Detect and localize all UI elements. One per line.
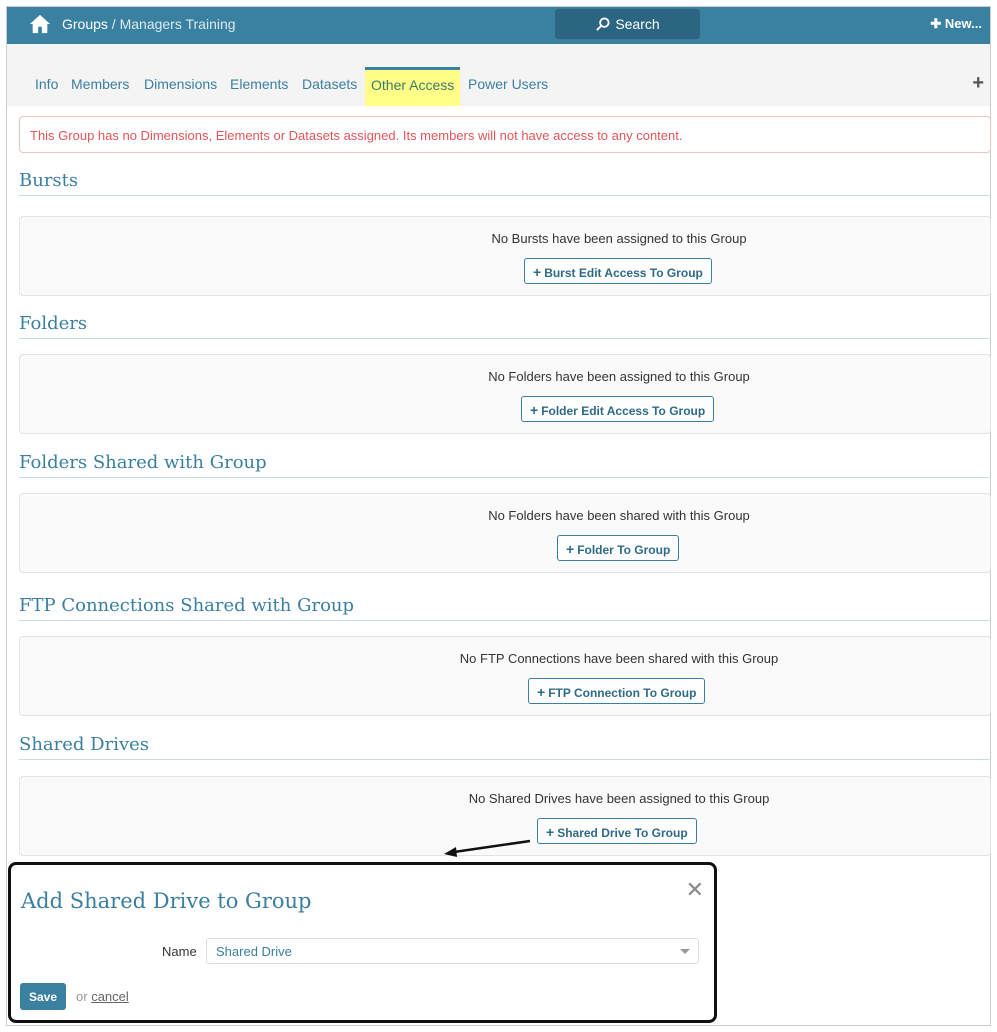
annotation-arrow-icon [444,839,531,857]
search-icon [596,16,610,31]
section-title-ftp: FTP Connections Shared with Group [19,595,989,621]
new-button[interactable]: ✚ New... [930,16,982,32]
button-label: Burst Edit Access To Group [544,266,703,280]
save-button[interactable]: Save [20,983,66,1010]
tab-other-access[interactable]: Other Access [365,67,461,106]
warning-alert: This Group has no Dimensions, Elements o… [19,116,991,153]
chevron-down-icon [680,949,690,954]
empty-message: No Folders have been shared with this Gr… [488,508,750,523]
add-icon[interactable]: + [972,72,984,95]
add-ftp-button[interactable]: + FTP Connection To Group [528,678,706,704]
tab-elements[interactable]: Elements [230,76,288,92]
name-select[interactable]: Shared Drive [206,938,699,964]
tab-members[interactable]: Members [71,76,129,92]
button-label: FTP Connection To Group [548,686,697,700]
tab-bar: Info Members Dimensions Elements Dataset… [7,44,990,106]
breadcrumb-groups[interactable]: Groups [62,16,108,32]
home-icon[interactable] [29,13,51,35]
add-folder-button[interactable]: + Folder Edit Access To Group [521,396,715,422]
section-title-bursts: Bursts [19,170,989,196]
empty-message: No Shared Drives have been assigned to t… [468,791,770,806]
empty-message: No Bursts have been assigned to this Gro… [491,231,747,246]
add-shared-drive-dialog: Add Shared Drive to Group ✕ Name Shared … [8,862,717,1023]
tab-dimensions[interactable]: Dimensions [144,76,217,92]
plus-icon: + [533,264,542,280]
button-label: Folder Edit Access To Group [541,404,706,418]
plus-icon: + [566,541,575,557]
empty-message: No FTP Connections have been shared with… [459,651,779,666]
plus-icon: + [530,402,539,418]
add-shared-folder-button[interactable]: + Folder To Group [557,535,680,561]
plus-icon: + [537,684,546,700]
section-title-folders-shared: Folders Shared with Group [19,452,989,478]
or-label: or [76,989,88,1004]
tab-datasets[interactable]: Datasets [302,76,357,92]
breadcrumb: Groups / Managers Training [62,16,236,32]
top-nav-bar: Groups / Managers Training Search ✚ New.… [7,7,990,44]
plus-icon: ✚ [930,16,945,31]
empty-message: No Folders have been assigned to this Gr… [488,369,750,384]
dialog-title: Add Shared Drive to Group [21,889,312,913]
selected-value: Shared Drive [216,944,292,959]
close-icon[interactable]: ✕ [686,877,704,903]
tab-info[interactable]: Info [35,76,58,92]
add-shared-drive-button[interactable]: + Shared Drive To Group [537,818,697,844]
button-label: Folder To Group [577,543,671,557]
section-ftp: No FTP Connections have been shared with… [19,636,991,716]
search-label: Search [615,16,660,32]
section-folders-shared: No Folders have been shared with this Gr… [19,493,991,573]
add-burst-button[interactable]: + Burst Edit Access To Group [524,258,712,284]
tab-power-users[interactable]: Power Users [468,76,548,92]
cancel-link[interactable]: cancel [91,989,129,1004]
section-title-folders: Folders [19,313,989,339]
section-bursts: No Bursts have been assigned to this Gro… [19,216,991,296]
button-label: Shared Drive To Group [557,826,688,840]
breadcrumb-current: Managers Training [119,16,236,32]
section-folders: No Folders have been assigned to this Gr… [19,354,991,434]
plus-icon: + [546,824,555,840]
search-button[interactable]: Search [555,9,700,39]
breadcrumb-separator: / [107,16,120,32]
name-label: Name [162,944,197,959]
new-label: New... [944,16,982,31]
section-title-shared-drives: Shared Drives [19,734,989,760]
or-text: or cancel [76,989,129,1004]
